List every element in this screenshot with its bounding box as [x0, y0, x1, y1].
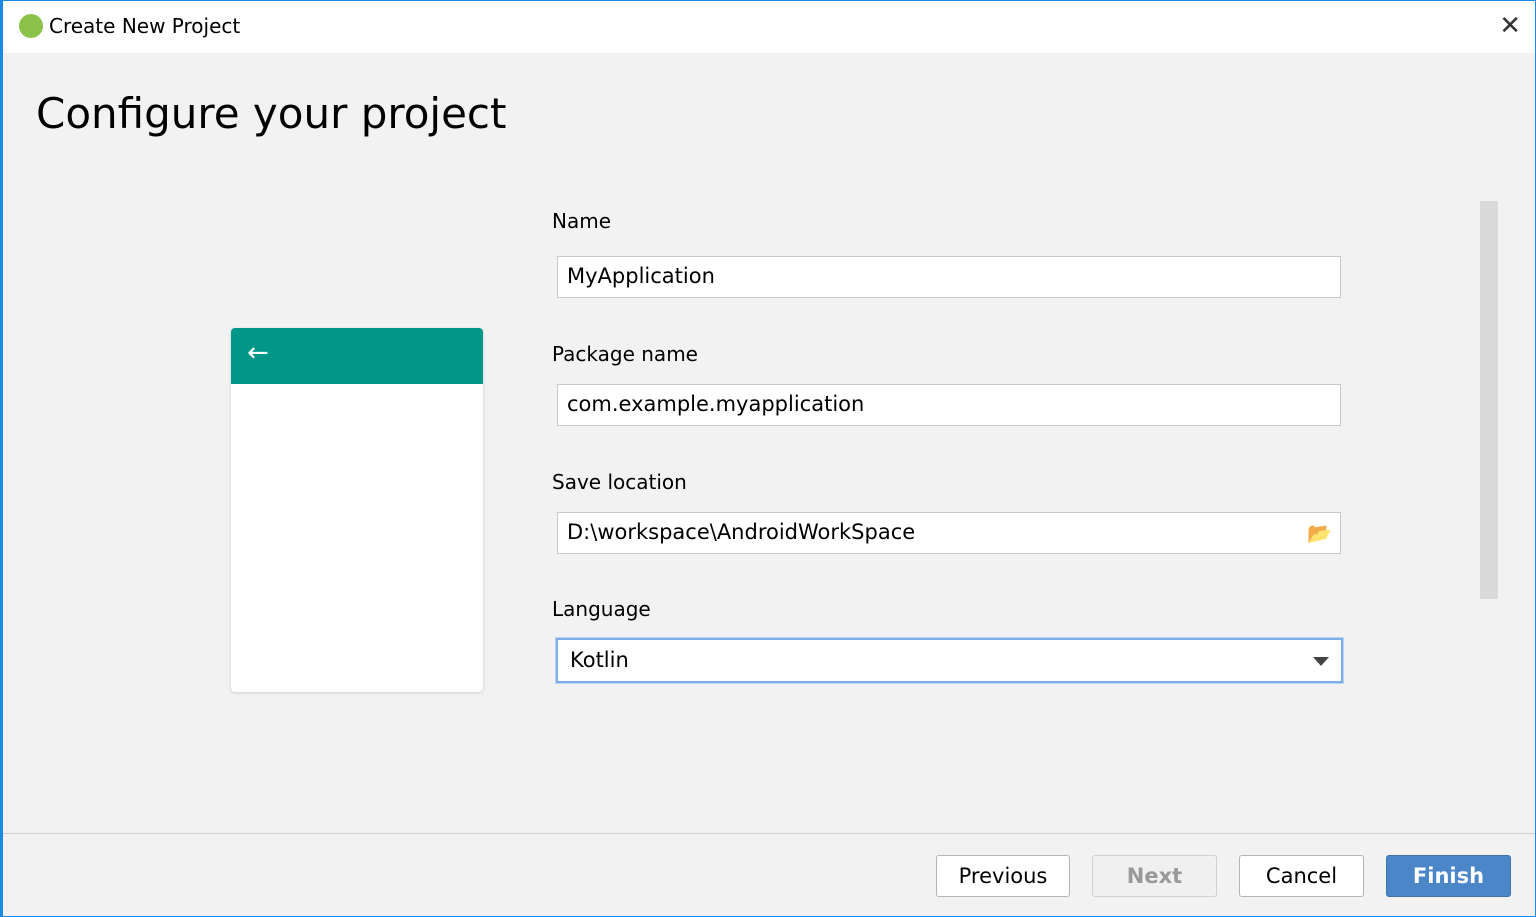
name-input[interactable]: MyApplication [557, 256, 1341, 298]
location-input[interactable]: D:\workspace\AndroidWorkSpace 📂 [557, 512, 1341, 554]
cancel-button[interactable]: Cancel [1239, 855, 1364, 897]
next-button[interactable]: Next [1092, 855, 1217, 897]
arrow-left-icon: ← [247, 338, 269, 368]
language-select[interactable]: Kotlin [556, 638, 1343, 683]
dialog-window: Create New Project ✕ Configure your proj… [0, 0, 1536, 917]
language-value: Kotlin [570, 648, 629, 672]
window-title: Create New Project [49, 14, 241, 38]
divider [3, 833, 1535, 834]
activity-preview: ← [231, 328, 483, 692]
location-label: Save location [552, 470, 687, 494]
location-value: D:\workspace\AndroidWorkSpace [567, 520, 916, 544]
chevron-down-icon [1313, 657, 1329, 666]
close-icon[interactable]: ✕ [1499, 11, 1521, 41]
android-studio-icon [19, 14, 43, 38]
language-label: Language [552, 597, 651, 621]
previous-button[interactable]: Previous [936, 855, 1070, 897]
folder-open-icon[interactable]: 📂 [1307, 521, 1332, 545]
package-label: Package name [552, 342, 698, 366]
finish-button[interactable]: Finish [1386, 855, 1511, 897]
package-input[interactable]: com.example.myapplication [557, 384, 1341, 426]
page-title: Configure your project [36, 89, 507, 138]
title-bar: Create New Project ✕ [3, 1, 1535, 53]
preview-toolbar: ← [231, 328, 483, 384]
scrollbar[interactable] [1480, 201, 1498, 599]
name-label: Name [552, 209, 612, 233]
